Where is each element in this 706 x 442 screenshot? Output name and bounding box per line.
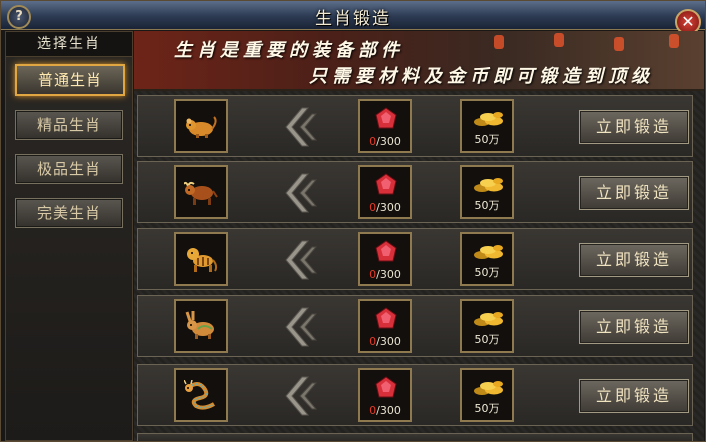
window-title: 生肖锻造 xyxy=(315,9,391,29)
gold-coins-icon xyxy=(474,178,503,192)
gold-price: 50万 xyxy=(474,333,500,346)
gold-price: 50万 xyxy=(474,199,500,212)
lantern-icon xyxy=(494,35,504,49)
gold-coins-icon xyxy=(474,245,503,259)
gold-cost-slot: 50万 xyxy=(460,232,514,286)
gold-cost-slot: 50万 xyxy=(460,99,514,153)
material-count: 0/300 xyxy=(360,335,410,348)
material-count: 0/300 xyxy=(360,201,410,214)
recipe-row: 0/300 50万 立即锻造 xyxy=(137,228,693,290)
forge-now-button[interactable]: 立即锻造 xyxy=(579,310,689,344)
red-gem-icon xyxy=(375,107,397,129)
forge-now-button[interactable]: 立即锻造 xyxy=(579,243,689,277)
material-slot[interactable]: 0/300 xyxy=(358,165,412,219)
forge-now-button[interactable]: 立即锻造 xyxy=(579,176,689,210)
red-gem-icon xyxy=(375,240,397,262)
recipe-row: 0/300 50万 立即锻造 xyxy=(137,95,693,157)
red-gem-icon xyxy=(375,376,397,398)
red-gem-icon xyxy=(375,307,397,329)
red-gem-icon xyxy=(375,173,397,195)
tab-superior-zodiac[interactable]: 极品生肖 xyxy=(15,154,123,184)
gold-price: 50万 xyxy=(474,266,500,279)
forge-now-button[interactable]: 立即锻造 xyxy=(579,110,689,144)
recipe-row-partial xyxy=(137,433,693,441)
material-required: /300 xyxy=(376,335,401,348)
forge-recipe-list: 0/300 50万 立即锻造 0/300 50万 立即锻造 0/300 50万 … xyxy=(134,91,704,441)
gold-price: 50万 xyxy=(474,133,500,146)
promo-banner: 生肖是重要的装备部件 只需要材料及金币即可锻造到顶级 xyxy=(134,31,704,91)
lantern-icon xyxy=(554,33,564,47)
gold-coins-icon xyxy=(474,381,503,395)
forge-arrow-icon xyxy=(285,376,318,416)
ox-icon xyxy=(184,181,218,205)
recipe-row: 0/300 50万 立即锻造 xyxy=(137,295,693,357)
zodiac-slot[interactable] xyxy=(174,99,228,153)
forge-arrow-icon xyxy=(285,107,318,147)
material-slot[interactable]: 0/300 xyxy=(358,368,412,422)
material-required: /300 xyxy=(376,268,401,281)
forge-arrow-icon xyxy=(285,240,318,280)
tiger-icon xyxy=(187,248,218,272)
forge-arrow-icon xyxy=(285,307,318,347)
zodiac-category-sidebar: 选择生肖 普通生肖 精品生肖 极品生肖 完美生肖 xyxy=(5,31,133,441)
material-slot[interactable]: 0/300 xyxy=(358,299,412,353)
forge-window: ? 生肖锻造 ✕ 选择生肖 普通生肖 精品生肖 极品生肖 完美生肖 生肖是重要的… xyxy=(0,0,706,442)
material-count: 0/300 xyxy=(360,404,410,417)
material-required: /300 xyxy=(376,201,401,214)
lantern-icon xyxy=(614,37,624,51)
gold-coins-icon xyxy=(474,112,503,126)
recipe-row: 0/300 50万 立即锻造 xyxy=(137,161,693,223)
material-count: 0/300 xyxy=(360,135,410,148)
gold-cost-slot: 50万 xyxy=(460,165,514,219)
rabbit-icon xyxy=(185,311,214,339)
forge-arrow-icon xyxy=(285,173,318,213)
sidebar-header: 选择生肖 xyxy=(6,32,132,57)
recipe-row: 0/300 50万 立即锻造 xyxy=(137,364,693,426)
material-count: 0/300 xyxy=(360,268,410,281)
gold-coins-icon xyxy=(474,312,503,326)
tab-fine-zodiac[interactable]: 精品生肖 xyxy=(15,110,123,140)
gold-cost-slot: 50万 xyxy=(460,368,514,422)
lantern-icon xyxy=(669,34,679,48)
dragon-icon xyxy=(184,380,216,410)
zodiac-slot[interactable] xyxy=(174,165,228,219)
zodiac-slot[interactable] xyxy=(174,232,228,286)
forge-now-button[interactable]: 立即锻造 xyxy=(579,379,689,413)
title-bar: ? 生肖锻造 ✕ xyxy=(1,1,705,35)
rat-icon xyxy=(186,116,217,138)
zodiac-slot[interactable] xyxy=(174,368,228,422)
tab-perfect-zodiac[interactable]: 完美生肖 xyxy=(15,198,123,228)
gold-price: 50万 xyxy=(474,402,500,415)
material-slot[interactable]: 0/300 xyxy=(358,99,412,153)
gold-cost-slot: 50万 xyxy=(460,299,514,353)
banner-line-1: 生肖是重要的装备部件 xyxy=(174,40,404,61)
material-required: /300 xyxy=(376,135,401,148)
tab-normal-zodiac[interactable]: 普通生肖 xyxy=(15,64,125,96)
zodiac-slot[interactable] xyxy=(174,299,228,353)
material-slot[interactable]: 0/300 xyxy=(358,232,412,286)
material-required: /300 xyxy=(376,404,401,417)
banner-line-2: 只需要材料及金币即可锻造到顶级 xyxy=(309,66,654,87)
